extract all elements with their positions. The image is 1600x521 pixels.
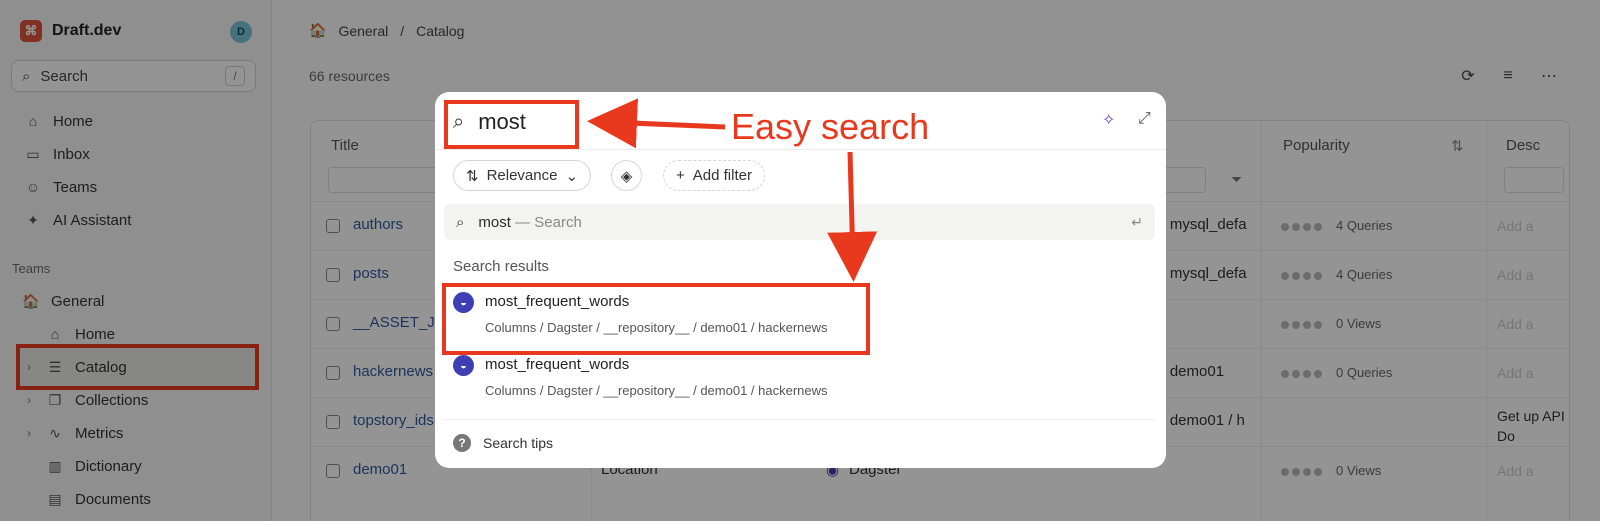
- arrow-to-result: [827, 151, 878, 282]
- arrow-to-query: [587, 98, 726, 149]
- annotation-arrows: [587, 98, 878, 282]
